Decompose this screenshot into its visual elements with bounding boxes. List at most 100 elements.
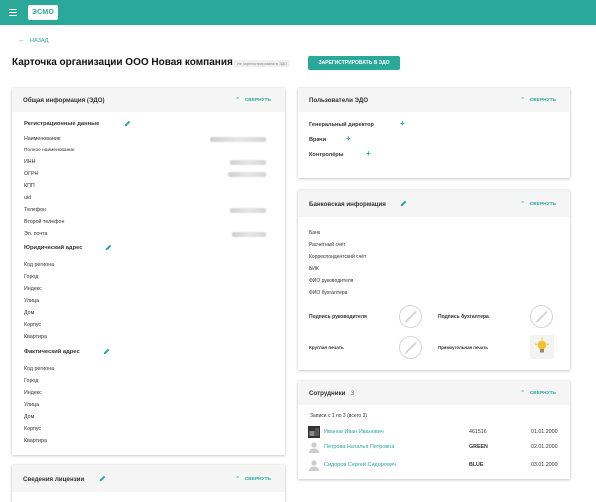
employees-title-text: Сотрудники [309,390,346,397]
general-collapse-button[interactable]: ⌃ СВЕРНУТЬ [236,97,271,103]
field-label: Телефон [24,207,46,213]
bank-field-label: Банк [309,230,321,236]
chevron-up-icon: ⌃ [235,97,240,103]
field-label: Код региона [24,262,55,268]
edit-license-icon[interactable] [99,475,106,482]
field-label: Дом [24,310,35,316]
actual-address-title: Фактический адрес [24,349,80,355]
field-label: Полное наименование [24,148,75,153]
role-controllers-label: Контролёры [309,152,344,158]
round-stamp-empty-icon[interactable] [399,336,422,359]
general-info-title: Общая информация (ЭДО) [23,97,105,104]
role-director-label: Генеральный директор [309,122,374,128]
employee-name-link[interactable]: Сидоров Сергей Сидорович [324,462,396,468]
redacted-value [230,160,266,165]
bank-field-label: ФИО руководителя [309,278,354,284]
field-label: Корпус [24,426,42,432]
employee-date: 03.01.2000 [531,462,558,468]
redacted-value [210,137,266,142]
field-label: Квартира [24,438,47,444]
license-card: Сведения лицензии ⌃ СВЕРНУТЬ [12,465,285,502]
field-label: Город [24,274,39,280]
edit-actual-address-icon[interactable] [103,348,110,355]
records-info: Записи с 1 по 3 (всего 3) [310,413,367,419]
edit-legal-address-icon[interactable] [105,244,112,251]
bank-collapse-button[interactable]: ⌃ СВЕРНУТЬ [521,201,556,207]
employee-row: Сидоров Сергей Сидорович BLUE 03.01.2000 [308,459,558,473]
field-label: КПП [24,183,35,189]
field-label: Наименование [24,136,61,142]
redacted-value [230,208,266,213]
bank-field-label: ФИО бухгалтера [309,290,348,296]
field-label: uid [24,195,32,201]
page-title: Карточка организации ООО Новая компания [12,57,233,68]
employee-row: Иванов Иван Иванович 461516 01.01.2000 [308,426,558,440]
field-label: Код региона [24,366,55,372]
back-label: НАЗАД [30,38,49,44]
add-director-icon[interactable]: + [400,120,405,128]
accountant-signature-empty-icon[interactable] [530,305,553,328]
legal-address-title: Юридический адрес [24,245,83,251]
license-header: Сведения лицензии ⌃ СВЕРНУТЬ [12,465,285,492]
add-doctor-icon[interactable]: + [346,135,351,143]
general-info-header: Общая информация (ЭДО) ⌃ СВЕРНУТЬ [12,88,285,112]
field-label: Город [24,378,39,384]
edo-users-card: Пользователи ЭДО ⌃ СВЕРНУТЬ Генеральный д… [298,88,570,178]
app-logo[interactable]: ЭСМО [28,5,58,20]
employees-title: Сотрудники 3 [309,390,354,397]
employees-count-badge: 3 [350,390,355,397]
add-controller-icon[interactable]: + [366,150,371,158]
employees-header: Сотрудники 3 ⌃ СВЕРНУТЬ [298,381,570,405]
chevron-up-icon: ⌃ [235,476,240,482]
edo-users-header: Пользователи ЭДО ⌃ СВЕРНУТЬ [298,88,570,112]
rect-stamp-image[interactable] [530,335,554,359]
bank-field-label: Расчетный счёт [309,242,346,248]
field-label: Улица [24,402,40,408]
menu-icon[interactable] [9,9,17,16]
employees-collapse-button[interactable]: ⌃ СВЕРНУТЬ [521,390,556,396]
employee-name-link[interactable]: Иванов Иван Иванович [324,429,384,435]
bank-info-title: Банковская информация [309,201,386,208]
head-signature-label: Подпись руководителя [309,314,367,320]
field-label: Эл. почта [24,231,48,237]
reg-data-title: Регистрационные данные [24,121,100,127]
bank-field-label: Корреспондентский счёт [309,254,367,260]
employee-name-link[interactable]: Петрова Наталья Петровна [324,444,394,450]
rect-stamp-label: Прямоугольная печать [438,345,489,350]
field-label: Корпус [24,322,42,328]
license-collapse-button[interactable]: ⌃ СВЕРНУТЬ [236,476,271,482]
field-label: ИНН [24,159,36,165]
register-edo-button[interactable]: ЗАРЕГИСТРИРОВАТЬ В ЭДО [308,56,400,70]
bank-info-card: Банковская информация ⌃ СВЕРНУТЬ Банк Рас… [298,190,570,370]
field-label: Улица [24,298,40,304]
collapse-label: СВЕРНУТЬ [244,477,271,482]
edit-reg-data-icon[interactable] [124,120,131,127]
status-badge: Не зарегистрирована в ЭДО [234,60,291,67]
employees-card: Сотрудники 3 ⌃ СВЕРНУТЬ Записи с 1 по 3 (… [298,381,570,479]
field-label: Второй телефон [24,219,65,225]
employee-date: 01.01.2000 [531,429,558,435]
user-avatar-icon [309,442,319,453]
accountant-signature-label: Подпись бухгалтера [438,314,489,320]
users-collapse-button[interactable]: ⌃ СВЕРНУТЬ [521,97,556,103]
license-title: Сведения лицензии [23,476,85,483]
collapse-label: СВЕРНУТЬ [244,98,271,103]
employee-row: Петрова Наталья Петровна GREEN 02.01.200… [308,441,558,455]
chevron-up-icon: ⌃ [520,201,525,207]
employee-date: 02.01.2000 [531,444,558,450]
back-link[interactable]: ← НАЗАД [18,37,48,44]
collapse-label: СВЕРНУТЬ [529,98,556,103]
field-label: Квартира [24,334,47,340]
field-label: Индекс [24,286,42,292]
field-label: Дом [24,414,35,420]
bank-info-header: Банковская информация ⌃ СВЕРНУТЬ [298,190,570,217]
head-signature-empty-icon[interactable] [399,305,422,328]
collapse-label: СВЕРНУТЬ [529,391,556,396]
field-label: Индекс [24,390,42,396]
redacted-value [232,232,266,237]
edit-bank-icon[interactable] [400,200,407,207]
role-doctors-label: Врачи [309,137,327,143]
avatar [308,426,320,438]
general-info-card: Общая информация (ЭДО) ⌃ СВЕРНУТЬ Регистр… [12,88,285,455]
collapse-label: СВЕРНУТЬ [529,202,556,207]
